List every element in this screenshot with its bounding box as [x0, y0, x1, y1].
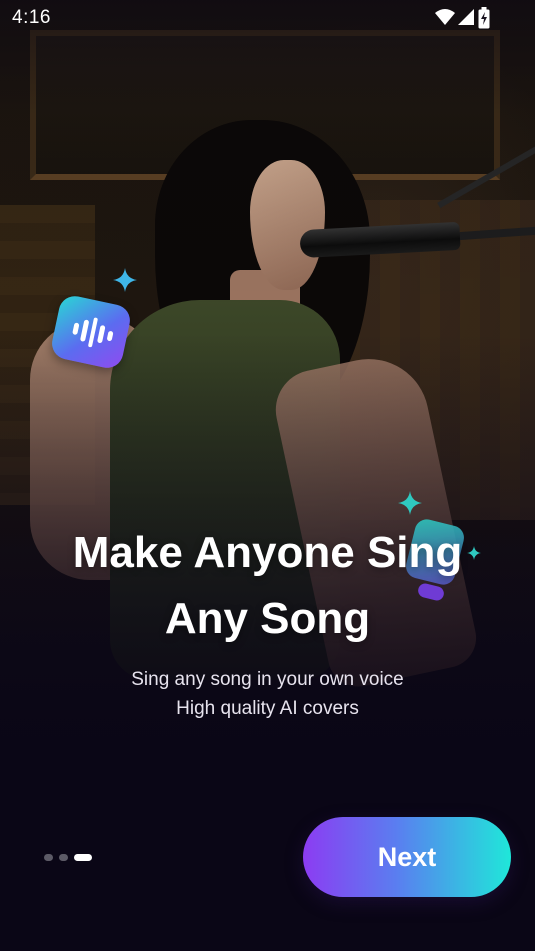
next-button[interactable]: Next	[303, 817, 511, 897]
onboarding-subtitle: Sing any song in your own voice High qua…	[0, 665, 535, 723]
status-bar: 4:16	[0, 0, 535, 36]
cell-signal-icon	[458, 9, 474, 25]
page-dot	[59, 853, 68, 861]
gradient-overlay	[0, 0, 535, 951]
onboarding-screen: 4:16 Make Anyone Sing Any Song Sing any …	[0, 0, 535, 951]
page-indicator	[44, 853, 92, 861]
sparkle-icon	[113, 268, 137, 292]
system-icons	[435, 7, 495, 29]
battery-charging-icon	[478, 7, 490, 29]
sparkle-icon	[398, 491, 422, 515]
headline-line-2: Any Song	[164, 594, 371, 643]
page-dot-active	[74, 853, 92, 861]
page-dot	[44, 853, 53, 861]
wifi-icon	[435, 9, 455, 25]
subtitle-line-2: High quality AI covers	[176, 698, 359, 719]
subtitle-line-1: Sing any song in your own voice	[131, 669, 404, 690]
status-time: 4:16	[12, 7, 51, 28]
onboarding-headline: Make Anyone Sing Any Song	[0, 520, 535, 652]
headline-line-1: Make Anyone Sing	[72, 528, 463, 577]
